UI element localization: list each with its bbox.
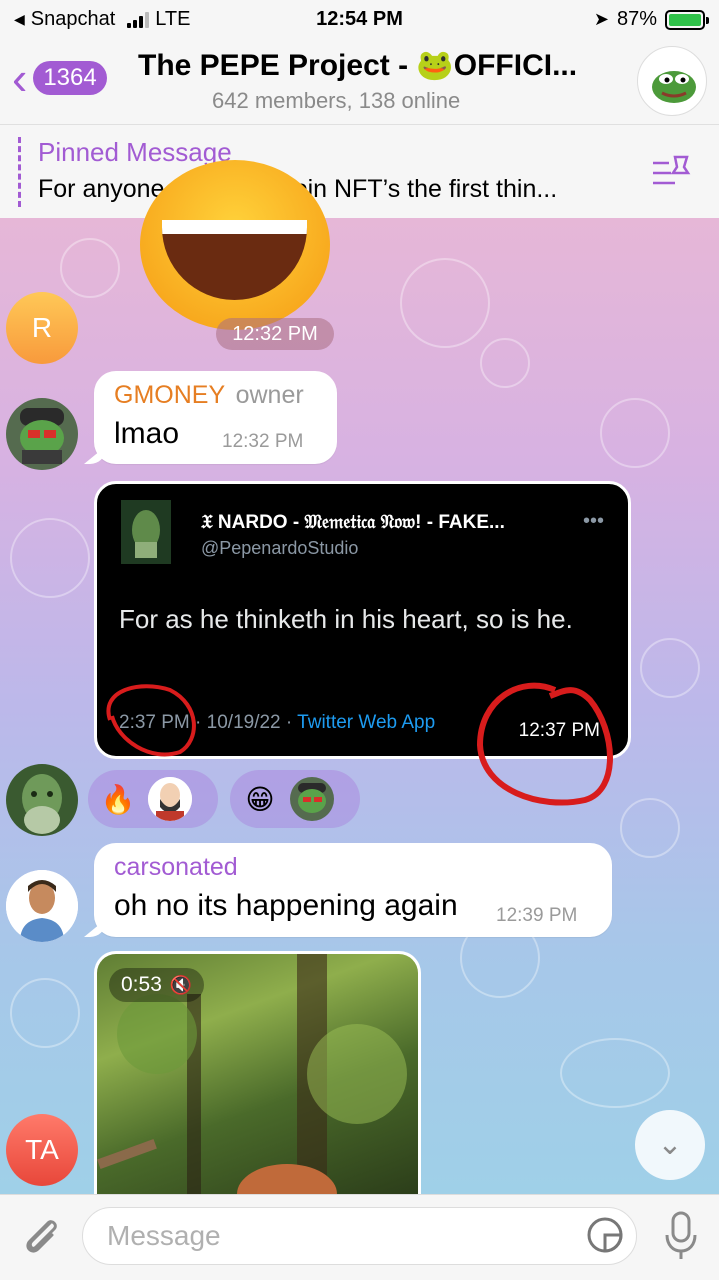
pinned-list-icon[interactable] [651, 153, 691, 189]
scroll-to-bottom-button[interactable]: ⌄ [635, 1110, 705, 1180]
tweet-separator: · [285, 712, 293, 733]
paperclip-icon[interactable] [18, 1213, 64, 1259]
laughing-sticker[interactable] [140, 160, 330, 330]
video-duration-badge: 0:53 🔇 [109, 968, 205, 1002]
tweet-separator: · [195, 712, 202, 733]
battery-percent: 87% [616, 8, 657, 30]
message-text: oh no its happening again [114, 889, 458, 922]
video-duration: 0:53 [121, 973, 162, 996]
message-composer: Message [0, 1194, 719, 1280]
more-icon: ••• [582, 510, 604, 532]
chat-header: ‹ 1364 The PEPE Project - 🐸OFFICI... 642… [0, 40, 719, 124]
avatar[interactable]: TA [6, 1114, 78, 1186]
back-button[interactable]: ‹ 1364 [12, 52, 107, 104]
sticker-icon[interactable] [585, 1215, 625, 1255]
avatar[interactable] [6, 764, 78, 836]
chat-subtitle: 642 members, 138 online [212, 88, 461, 113]
avatar-initial: R [31, 312, 53, 343]
message-bubble[interactable]: GMONEY owner lmao 12:32 PM [84, 371, 337, 464]
tweet-time: 2:37 PM [119, 712, 190, 733]
muted-speaker-icon[interactable]: 🔇 [170, 968, 192, 1002]
sticker-timestamp: 12:32 PM [216, 318, 334, 350]
message-bubble[interactable]: carsonated oh no its happening again 12:… [84, 843, 612, 937]
message-input[interactable]: Message [82, 1207, 637, 1265]
reaction-user-avatar [148, 777, 192, 821]
pinned-text: For anyone new to Bitcoin NFT’s the firs… [38, 175, 558, 203]
tweet-author-name: 𝔛 NARDO - 𝔐𝔢𝔪𝔢𝔱𝔦𝔠𝔞 𝔑𝔬𝔴! - FAKE... [201, 512, 505, 533]
tweet-meta: 2:37 PM · 10/19/22 · Twitter Web App [119, 712, 435, 734]
unread-count-badge: 1364 [33, 61, 107, 95]
avatar[interactable]: R [6, 292, 78, 364]
status-bar: ◀ Snapchat LTE 12:54 PM ➤ 87% [0, 0, 719, 40]
tweet-card[interactable]: 𝔛 NARDO - 𝔐𝔢𝔪𝔢𝔱𝔦𝔠𝔞 𝔑𝔬𝔴! - FAKE... @Pepen… [94, 481, 631, 759]
fire-icon: 🔥 [100, 783, 136, 815]
pinned-indicator [18, 137, 21, 207]
sender-name[interactable]: GMONEY [114, 381, 225, 409]
tweet-handle: @PepenardoStudio [201, 538, 359, 558]
reaction-user-avatar [290, 777, 334, 821]
message-time: 12:39 PM [496, 905, 578, 926]
message-time: 12:32 PM [222, 431, 304, 452]
sender-role: owner [235, 381, 304, 409]
pinned-label: Pinned Message [38, 137, 232, 167]
pinned-message-bar[interactable]: Pinned Message For anyone new to Bitcoin… [0, 124, 719, 218]
chat-title[interactable]: The PEPE Project - 🐸OFFICI... [138, 48, 608, 83]
sender-name[interactable]: carsonated [114, 853, 238, 882]
tweet-text: For as he thinketh in his heart, so is h… [119, 604, 573, 634]
tweet-date: 10/19/22 [206, 712, 281, 733]
chevron-down-icon: ⌄ [657, 1128, 683, 1161]
tweet-source-link[interactable]: Twitter Web App [297, 712, 435, 733]
tweet-avatar [121, 500, 171, 564]
avatar[interactable] [6, 398, 78, 470]
message-time: 12:37 PM [518, 720, 600, 741]
message-text: lmao [114, 417, 180, 450]
grinning-face-icon: 😁 [245, 783, 275, 815]
reaction-chip[interactable]: 🔥 [88, 770, 218, 828]
chevron-left-icon: ‹ [12, 52, 28, 104]
avatar[interactable] [6, 870, 78, 942]
avatar-initials: TA [25, 1134, 59, 1165]
microphone-icon[interactable] [663, 1211, 699, 1261]
reaction-chip[interactable]: 😁 [230, 770, 360, 828]
video-message[interactable]: 0:53 🔇 [94, 951, 421, 1194]
battery-icon [665, 9, 709, 30]
location-icon: ➤ [593, 9, 609, 29]
group-avatar[interactable] [637, 46, 707, 116]
